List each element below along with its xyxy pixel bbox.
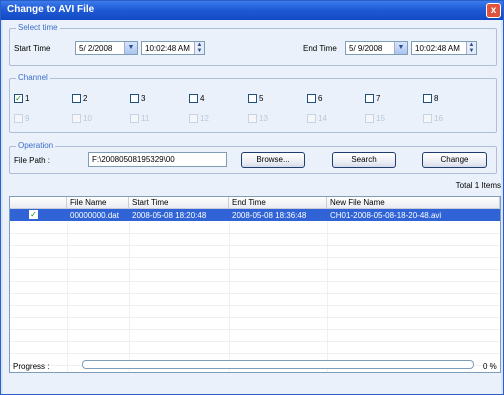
column-header-start-time[interactable]: Start Time bbox=[129, 197, 229, 209]
end-date-picker[interactable]: 5/ 9/2008 ▼ bbox=[345, 41, 408, 55]
grid-line bbox=[10, 281, 500, 282]
change-button[interactable]: Change bbox=[422, 152, 487, 168]
channel-8-label: 8 bbox=[434, 94, 439, 103]
search-button[interactable]: Search bbox=[332, 152, 396, 168]
spin-updown-icon[interactable]: ▲ ▼ bbox=[466, 42, 476, 54]
channel-16-checkbox bbox=[423, 114, 432, 123]
end-time-value: 10:02:48 AM bbox=[415, 44, 460, 53]
channel-11-checkbox bbox=[130, 114, 139, 123]
total-items-label: Total 1 Items bbox=[455, 181, 501, 190]
grid-line bbox=[10, 305, 500, 306]
channel-1-label: 1 bbox=[25, 94, 30, 103]
operation-title: Operation bbox=[16, 141, 56, 150]
row-file-name: 00000000.dat bbox=[70, 211, 119, 220]
grid-line bbox=[10, 353, 500, 354]
end-date-value: 5/ 9/2008 bbox=[349, 44, 383, 53]
column-header-end-time[interactable]: End Time bbox=[229, 197, 327, 209]
channel-11-label: 11 bbox=[141, 114, 150, 123]
grid-line bbox=[10, 257, 500, 258]
start-time-picker[interactable]: 10:02:48 AM ▲ ▼ bbox=[141, 41, 205, 55]
column-header-new-file-name[interactable]: New File Name bbox=[327, 197, 500, 209]
grid-line bbox=[67, 221, 68, 372]
window-title: Change to AVI File bbox=[7, 4, 95, 15]
channel-13-checkbox bbox=[248, 114, 257, 123]
grid-line bbox=[10, 233, 500, 234]
channel-12-label: 12 bbox=[200, 114, 209, 123]
grid-line bbox=[229, 221, 230, 372]
row-start-time: 2008-05-08 18:20:48 bbox=[132, 211, 207, 220]
column-header-check[interactable] bbox=[10, 197, 67, 209]
start-date-value: 5/ 2/2008 bbox=[79, 44, 113, 53]
grid-line bbox=[129, 221, 130, 372]
channel-5-checkbox[interactable] bbox=[248, 94, 257, 103]
file-path-label: File Path : bbox=[14, 156, 51, 165]
channel-4-checkbox[interactable] bbox=[189, 94, 198, 103]
channel-7-label: 7 bbox=[376, 94, 381, 103]
channel-2-checkbox[interactable] bbox=[72, 94, 81, 103]
channel-10-label: 10 bbox=[83, 114, 92, 123]
channel-9-checkbox bbox=[14, 114, 23, 123]
channel-7-checkbox[interactable] bbox=[365, 94, 374, 103]
select-time-group: Select time Start Time 5/ 2/2008 ▼ 10:02… bbox=[9, 23, 497, 66]
chevron-down-icon[interactable]: ▼ bbox=[124, 42, 137, 54]
channel-6-label: 6 bbox=[318, 94, 323, 103]
channel-16-label: 16 bbox=[434, 114, 443, 123]
channel-6-checkbox[interactable] bbox=[307, 94, 316, 103]
channel-5-label: 5 bbox=[259, 94, 264, 103]
progress-percent: 0 % bbox=[483, 362, 497, 371]
channel-10-checkbox bbox=[72, 114, 81, 123]
channel-group: Channel ✓ 1 2 3 4 5 6 7 8 9 10 11 12 13 … bbox=[9, 73, 497, 133]
start-time-value: 10:02:48 AM bbox=[145, 44, 190, 53]
channel-3-label: 3 bbox=[141, 94, 146, 103]
spin-updown-icon[interactable]: ▲ ▼ bbox=[194, 42, 204, 54]
grid-line bbox=[10, 293, 500, 294]
select-time-title: Select time bbox=[16, 23, 60, 32]
close-button[interactable]: x bbox=[486, 3, 501, 18]
end-time-label: End Time bbox=[303, 44, 337, 53]
change-to-avi-window: Change to AVI File x Select time Start T… bbox=[0, 0, 504, 395]
grid-line bbox=[10, 329, 500, 330]
browse-button[interactable]: Browse... bbox=[241, 152, 305, 168]
progress-bar bbox=[82, 360, 474, 369]
grid-line bbox=[10, 317, 500, 318]
channel-3-checkbox[interactable] bbox=[130, 94, 139, 103]
channel-12-checkbox bbox=[189, 114, 198, 123]
row-new-file-name: CH01-2008-05-08-18-20-48.avi bbox=[330, 211, 442, 220]
row-checkbox[interactable]: ✓ bbox=[29, 210, 38, 219]
grid-line bbox=[327, 221, 328, 372]
chevron-down-icon[interactable]: ▼ bbox=[394, 42, 407, 54]
start-time-label: Start Time bbox=[14, 44, 51, 53]
channel-14-label: 14 bbox=[318, 114, 327, 123]
start-date-picker[interactable]: 5/ 2/2008 ▼ bbox=[75, 41, 138, 55]
channel-4-label: 4 bbox=[200, 94, 205, 103]
column-header-file-name[interactable]: File Name bbox=[67, 197, 129, 209]
title-bar[interactable]: Change to AVI File x bbox=[1, 1, 503, 20]
channel-8-checkbox[interactable] bbox=[423, 94, 432, 103]
end-time-picker[interactable]: 10:02:48 AM ▲ ▼ bbox=[411, 41, 477, 55]
channel-title: Channel bbox=[16, 73, 50, 82]
operation-group: Operation File Path : F:\20080508195329\… bbox=[9, 141, 497, 174]
channel-14-checkbox bbox=[307, 114, 316, 123]
grid-line bbox=[10, 341, 500, 342]
channel-15-label: 15 bbox=[376, 114, 385, 123]
channel-13-label: 13 bbox=[259, 114, 268, 123]
channel-9-label: 9 bbox=[25, 114, 30, 123]
file-path-input[interactable]: F:\20080508195329\00 bbox=[88, 152, 227, 167]
row-end-time: 2008-05-08 18:36:48 bbox=[232, 211, 307, 220]
grid-line bbox=[10, 245, 500, 246]
channel-15-checkbox bbox=[365, 114, 374, 123]
table-row[interactable]: ✓ 00000000.dat 2008-05-08 18:20:48 2008-… bbox=[10, 209, 500, 221]
dialog-body: Select time Start Time 5/ 2/2008 ▼ 10:02… bbox=[3, 20, 501, 394]
channel-1-checkbox[interactable]: ✓ bbox=[14, 94, 23, 103]
channel-2-label: 2 bbox=[83, 94, 88, 103]
results-list[interactable]: File Name Start Time End Time New File N… bbox=[9, 196, 501, 373]
progress-label: Progress : bbox=[13, 362, 50, 371]
grid-line bbox=[10, 269, 500, 270]
